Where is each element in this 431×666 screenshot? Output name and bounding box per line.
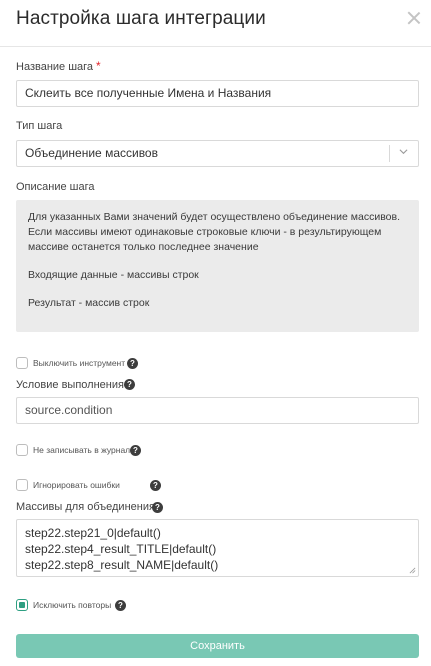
arrays-line: step22.step8_result_NAME|default() — [25, 558, 219, 572]
help-icon[interactable]: ? — [130, 445, 141, 456]
step-name-input[interactable]: Склеить все полученные Имена и Названия — [16, 80, 419, 107]
arrays-line: step22.step4_result_TITLE|default() — [25, 542, 217, 556]
step-type-label: Тип шага — [16, 120, 63, 132]
select-divider — [389, 145, 390, 162]
arrays-textarea[interactable]: step22.step21_0|default() step22.step4_r… — [16, 519, 419, 577]
ignore-errors-checkbox[interactable] — [16, 479, 28, 491]
condition-label: Условие выполнения — [16, 379, 124, 391]
disable-tool-label: Выключить инструмент — [33, 358, 126, 368]
required-mark: * — [96, 59, 101, 73]
dialog-title: Настройка шага интеграции — [16, 8, 266, 29]
dialog-header: Настройка шага интеграции — [0, 0, 431, 47]
description-line: Если массивы имеют одинаковые строковые … — [28, 226, 382, 238]
exclude-duplicates-label: Исключить повторы — [33, 600, 112, 610]
condition-input[interactable]: source.condition — [16, 397, 419, 424]
step-name-label: Название шага * — [16, 59, 101, 73]
help-icon[interactable]: ? — [115, 600, 126, 611]
description-line: массиве останется только последнее значе… — [28, 241, 259, 253]
step-description-box: Для указанных Вами значений будет осущес… — [16, 200, 419, 332]
chevron-down-icon[interactable] — [399, 147, 408, 156]
step-type-select[interactable]: Объединение массивов — [16, 140, 419, 167]
step-description-label: Описание шага — [16, 181, 95, 193]
save-button[interactable]: Сохранить — [16, 634, 419, 658]
arrays-label: Массивы для объединения — [16, 501, 155, 513]
no-log-checkbox[interactable] — [16, 444, 28, 456]
arrays-line: step22.step21_0|default() — [25, 526, 161, 540]
help-icon[interactable]: ? — [124, 379, 135, 390]
ignore-errors-label: Игнорировать ошибки — [33, 480, 120, 490]
disable-tool-checkbox[interactable] — [16, 357, 28, 369]
step-name-label-text: Название шага — [16, 61, 94, 73]
help-icon[interactable]: ? — [127, 358, 138, 369]
description-result-text: Результат - массив строк — [28, 297, 150, 309]
help-icon[interactable]: ? — [150, 480, 161, 491]
description-input-text: Входящие данные - массивы строк — [28, 269, 199, 281]
close-icon[interactable] — [406, 10, 422, 26]
integration-step-dialog: Настройка шага интеграции Название шага *… — [0, 0, 431, 666]
resize-handle-icon[interactable] — [409, 567, 416, 574]
exclude-duplicates-checkbox[interactable] — [16, 599, 28, 611]
description-line: Для указанных Вами значений будет осущес… — [28, 211, 401, 223]
no-log-label: Не записывать в журнал — [33, 445, 131, 455]
help-icon[interactable]: ? — [152, 502, 163, 513]
